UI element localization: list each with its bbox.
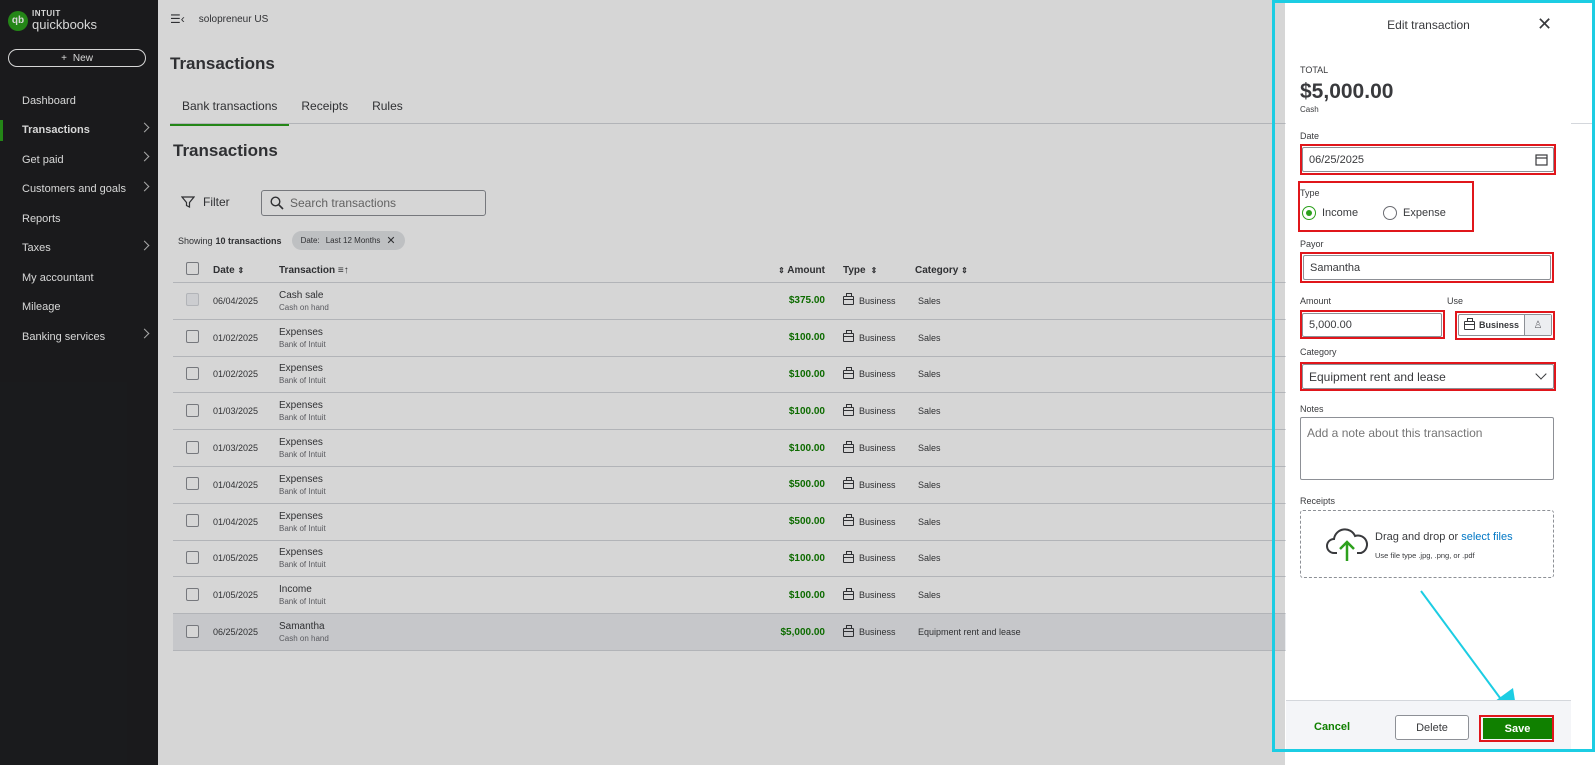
select-files-link[interactable]: select files bbox=[1461, 531, 1512, 543]
drawer-footer: Cancel Delete Save bbox=[1286, 700, 1571, 749]
receipt-dropzone[interactable]: Drag and drop or select files Use file t… bbox=[1300, 510, 1554, 578]
annotation-box bbox=[1300, 144, 1556, 175]
delete-button[interactable]: Delete bbox=[1395, 715, 1469, 740]
drawer-title: Edit transaction bbox=[1387, 18, 1470, 32]
use-label: Use bbox=[1447, 296, 1464, 306]
date-label: Date bbox=[1300, 131, 1320, 141]
annotation-box bbox=[1300, 252, 1554, 283]
upload-hint: Use file type .jpg, .png, or .pdf bbox=[1375, 551, 1475, 560]
drawer-panel: Edit transaction ✕ TOTAL $5,000.00 Cash … bbox=[1286, 3, 1571, 749]
upload-text: Drag and drop or bbox=[1375, 531, 1459, 543]
total-value: $5,000.00 bbox=[1300, 80, 1394, 103]
notes-label: Notes bbox=[1300, 404, 1324, 414]
close-icon[interactable]: ✕ bbox=[1537, 15, 1552, 33]
payor-label: Payor bbox=[1300, 239, 1324, 249]
annotation-box bbox=[1455, 311, 1555, 340]
annotation-box bbox=[1300, 310, 1445, 339]
cancel-button[interactable]: Cancel bbox=[1314, 721, 1350, 733]
annotation-box bbox=[1298, 181, 1474, 232]
annotation-box bbox=[1300, 362, 1556, 391]
total-account: Cash bbox=[1300, 105, 1319, 114]
receipts-label: Receipts bbox=[1300, 496, 1336, 506]
edit-transaction-drawer: Edit transaction ✕ TOTAL $5,000.00 Cash … bbox=[1272, 0, 1595, 765]
amount-label: Amount bbox=[1300, 296, 1332, 306]
annotation-box bbox=[1479, 715, 1554, 742]
notes-textarea[interactable] bbox=[1300, 417, 1554, 480]
category-label: Category bbox=[1300, 347, 1337, 357]
cloud-upload-icon bbox=[1326, 528, 1368, 561]
modal-overlay[interactable] bbox=[0, 0, 1285, 765]
total-label: TOTAL bbox=[1300, 65, 1329, 75]
